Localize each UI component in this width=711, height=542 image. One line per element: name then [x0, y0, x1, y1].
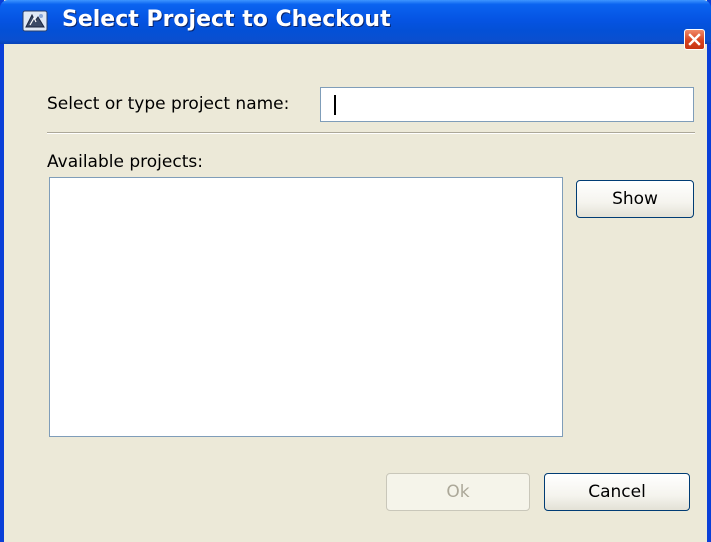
text-caret: [334, 95, 336, 115]
close-icon: [688, 33, 701, 46]
checkout-dialog: Select Project to Checkout Select or typ…: [0, 0, 711, 542]
available-projects-label: Available projects:: [47, 152, 203, 172]
title-bar[interactable]: Select Project to Checkout: [0, 0, 711, 44]
available-projects-list[interactable]: [49, 177, 563, 437]
close-button[interactable]: [684, 29, 705, 50]
separator: [47, 132, 695, 134]
project-name-label: Select or type project name:: [47, 94, 290, 114]
show-button-label: Show: [612, 189, 658, 209]
cancel-button-label: Cancel: [588, 482, 646, 502]
cancel-button[interactable]: Cancel: [544, 473, 690, 511]
show-button[interactable]: Show: [576, 180, 694, 218]
project-name-input[interactable]: [320, 87, 694, 122]
ok-button-label: Ok: [446, 482, 470, 502]
ok-button[interactable]: Ok: [386, 473, 530, 511]
app-icon: [22, 9, 48, 33]
window-title: Select Project to Checkout: [62, 7, 391, 32]
